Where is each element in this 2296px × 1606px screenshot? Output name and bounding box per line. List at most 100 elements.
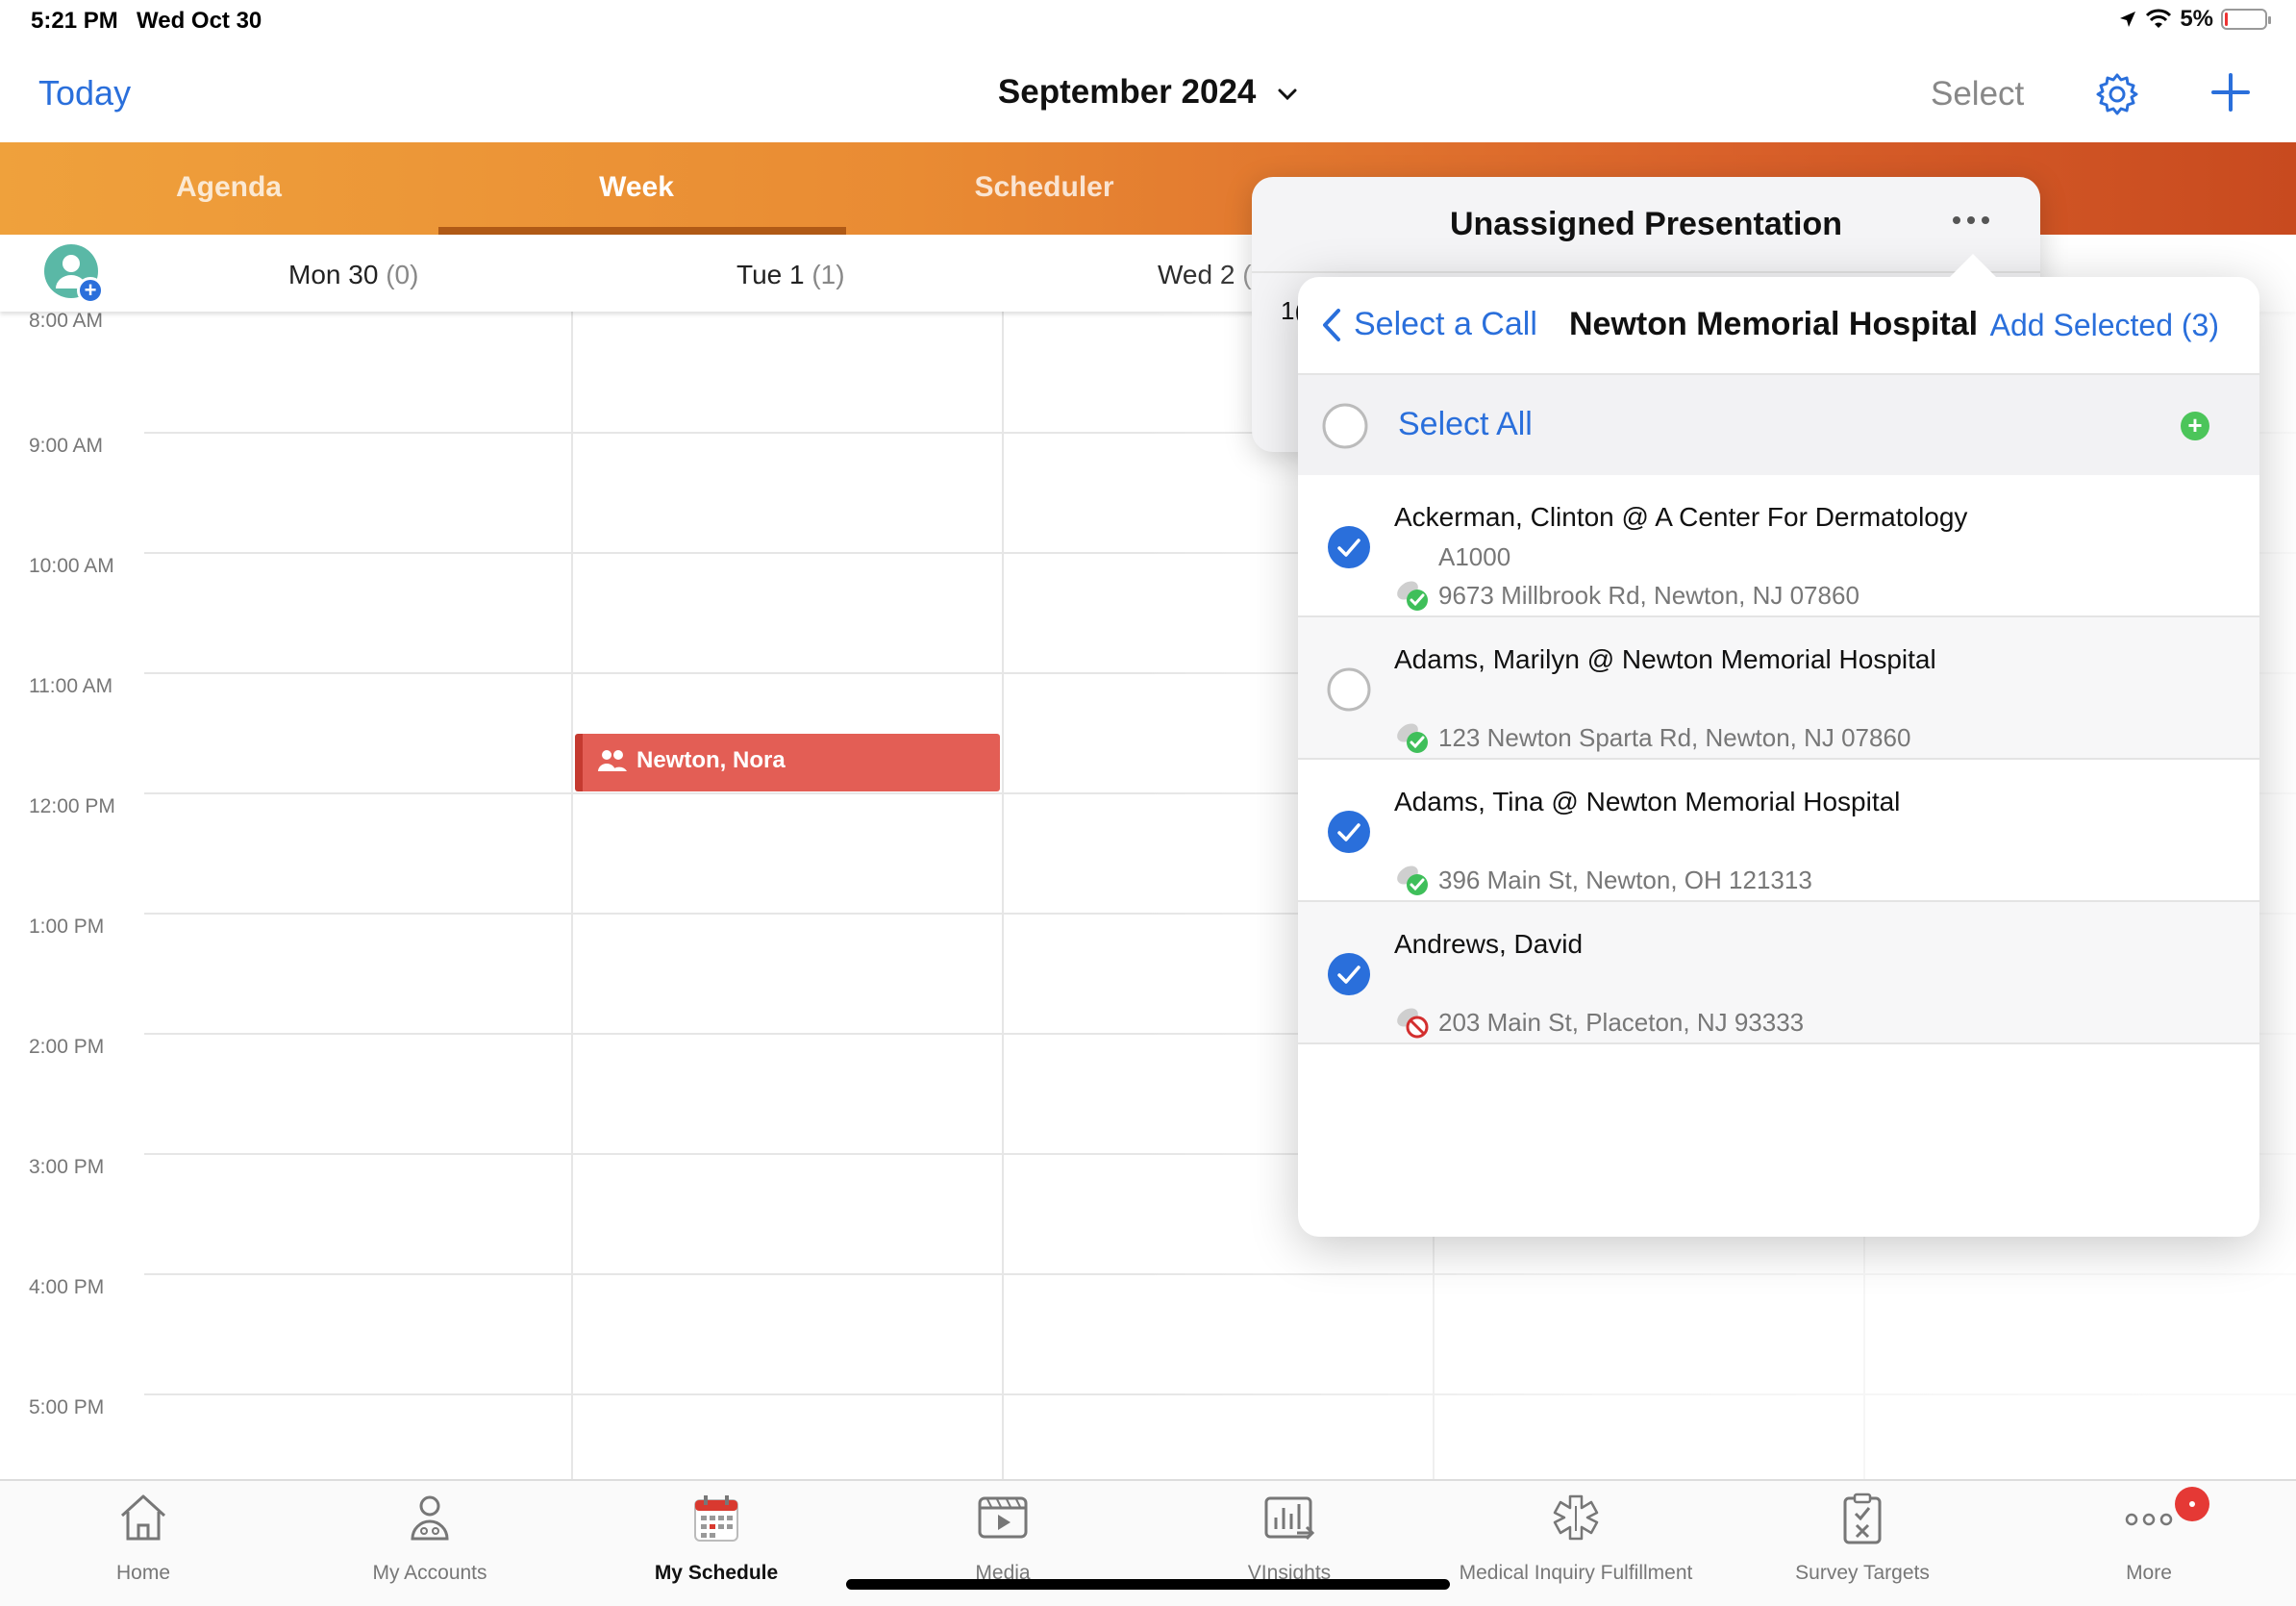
chevron-left-icon bbox=[1323, 308, 1340, 341]
calendar-event[interactable]: Newton, Nora bbox=[575, 734, 1000, 791]
sample-ok-icon bbox=[1397, 581, 1428, 611]
battery-percent: 5% bbox=[2180, 6, 2213, 32]
tab-underline bbox=[438, 227, 846, 235]
bottom-tab-label: Survey Targets bbox=[1795, 1562, 1930, 1584]
day-count: (0) bbox=[386, 260, 419, 289]
bottom-tab-more[interactable]: More bbox=[2006, 1481, 2292, 1606]
nav-bar: Today September 2024 Select bbox=[0, 48, 2296, 140]
back-label: Select a Call bbox=[1354, 306, 1537, 342]
column-divider bbox=[1002, 312, 1004, 1479]
notification-badge-icon bbox=[2175, 1487, 2209, 1521]
checkbox-checked-icon[interactable] bbox=[1327, 525, 1371, 569]
call-row[interactable]: Adams, Tina @ Newton Memorial Hospital 3… bbox=[1298, 760, 2259, 902]
time-label: 3:00 PM bbox=[29, 1156, 105, 1178]
checkbox-checked-icon[interactable] bbox=[1327, 952, 1371, 996]
tab-week[interactable]: Week bbox=[433, 171, 840, 204]
day-count: ( bbox=[1242, 260, 1252, 289]
account-name: Adams, Marilyn @ Newton Memorial Hospita… bbox=[1394, 644, 1936, 674]
plus-badge-icon: + bbox=[77, 277, 104, 304]
add-icon[interactable] bbox=[2208, 69, 2254, 115]
day-header-wed[interactable]: Wed 2 ( bbox=[1158, 260, 1252, 290]
chart-icon bbox=[1264, 1496, 1315, 1541]
select-all-row[interactable]: Select All + bbox=[1298, 375, 2259, 475]
bottom-tab-label: My Schedule bbox=[654, 1562, 779, 1584]
sample-blocked-icon bbox=[1397, 1008, 1429, 1039]
account-name: Andrews, David bbox=[1394, 929, 1584, 959]
home-indicator[interactable] bbox=[846, 1579, 1450, 1590]
day-label: Tue 1 bbox=[736, 260, 805, 289]
sample-ok-icon bbox=[1397, 723, 1428, 753]
status-indicators: 5% bbox=[2118, 6, 2271, 33]
bottom-tab-home[interactable]: Home bbox=[0, 1481, 287, 1606]
wifi-icon bbox=[2146, 9, 2172, 28]
select-button[interactable]: Select bbox=[1931, 75, 2024, 113]
status-time: 5:21 PM bbox=[31, 8, 118, 34]
radio-unchecked-icon[interactable] bbox=[1321, 402, 1369, 450]
more-icon bbox=[2125, 1513, 2173, 1526]
popover-title: Unassigned Presentation bbox=[1449, 206, 1843, 242]
time-label: 8:00 AM bbox=[29, 310, 104, 332]
gear-icon[interactable] bbox=[2094, 71, 2140, 117]
account-name: Ackerman, Clinton @ A Center For Dermato… bbox=[1394, 502, 1968, 532]
bottom-tab-label: Medical Inquiry Fulfillment bbox=[1459, 1562, 1693, 1584]
bottom-tab-my-accounts[interactable]: My Accounts bbox=[287, 1481, 573, 1606]
account-address: 123 Newton Sparta Rd, Newton, NJ 07860 bbox=[1438, 723, 1911, 752]
checkbox-checked-icon[interactable] bbox=[1327, 810, 1371, 854]
time-label: 12:00 PM bbox=[29, 795, 115, 817]
tab-scheduler[interactable]: Scheduler bbox=[840, 171, 1248, 204]
media-icon bbox=[978, 1496, 1028, 1539]
time-label: 9:00 AM bbox=[29, 435, 104, 457]
account-name: Adams, Tina @ Newton Memorial Hospital bbox=[1394, 787, 1901, 816]
back-button[interactable]: Select a Call bbox=[1321, 306, 1537, 343]
column-divider bbox=[571, 312, 573, 1479]
bottom-tab-label: Home bbox=[115, 1562, 171, 1584]
group-icon bbox=[598, 750, 627, 771]
sample-ok-icon bbox=[1397, 866, 1428, 895]
day-label: Wed 2 bbox=[1158, 260, 1235, 289]
tab-agenda[interactable]: Agenda bbox=[25, 171, 433, 204]
popover-divider bbox=[1252, 271, 2040, 273]
event-title: Newton, Nora bbox=[636, 747, 786, 773]
add-attendee-avatar[interactable]: + bbox=[44, 244, 104, 304]
medical-icon bbox=[1553, 1494, 1599, 1541]
call-row[interactable]: Andrews, David 203 Main St, Placeton, NJ… bbox=[1298, 902, 2259, 1044]
time-label: 2:00 PM bbox=[29, 1036, 105, 1058]
person-icon bbox=[411, 1495, 449, 1541]
more-options-icon[interactable] bbox=[1952, 215, 1990, 225]
bottom-tab-my-schedule[interactable]: My Schedule bbox=[573, 1481, 860, 1606]
day-header-mon[interactable]: Mon 30 (0) bbox=[288, 260, 418, 290]
select-all-label: Select All bbox=[1398, 406, 1533, 442]
chevron-down-icon bbox=[1278, 88, 1297, 100]
time-label: 5:00 PM bbox=[29, 1396, 105, 1418]
call-row[interactable]: Ackerman, Clinton @ A Center For Dermato… bbox=[1298, 475, 2259, 617]
battery-icon bbox=[2221, 9, 2271, 30]
hour-line bbox=[144, 1273, 2296, 1275]
call-row[interactable]: Adams, Marilyn @ Newton Memorial Hospita… bbox=[1298, 617, 2259, 760]
checkbox-unchecked-icon[interactable] bbox=[1327, 667, 1371, 712]
time-label: 1:00 PM bbox=[29, 916, 105, 938]
panel-header: Select a Call Newton Memorial Hospital A… bbox=[1298, 277, 2259, 375]
clipboard-icon bbox=[1843, 1493, 1882, 1544]
account-address: 203 Main St, Placeton, NJ 93333 bbox=[1438, 1008, 1805, 1037]
bottom-tab-label: My Accounts bbox=[372, 1562, 487, 1584]
bottom-tab-medical-inquiry[interactable]: Medical Inquiry Fulfillment bbox=[1433, 1481, 1719, 1606]
time-label: 11:00 AM bbox=[29, 675, 113, 697]
select-call-panel: Select a Call Newton Memorial Hospital A… bbox=[1298, 277, 2259, 1237]
account-address: 9673 Millbrook Rd, Newton, NJ 07860 bbox=[1438, 581, 1859, 610]
month-title: September 2024 bbox=[997, 73, 1257, 111]
hour-line bbox=[144, 1393, 2296, 1395]
status-bar: 5:21 PM Wed Oct 30 5% bbox=[0, 0, 2296, 44]
day-count: (1) bbox=[811, 260, 845, 289]
status-date: Wed Oct 30 bbox=[137, 8, 262, 34]
home-icon bbox=[120, 1494, 166, 1541]
account-id: A1000 bbox=[1438, 542, 1511, 571]
panel-title: Newton Memorial Hospital bbox=[1569, 306, 1979, 342]
day-header-tue[interactable]: Tue 1 (1) bbox=[736, 260, 845, 290]
account-address: 396 Main St, Newton, OH 121313 bbox=[1438, 866, 1812, 894]
popover-arrow bbox=[1950, 254, 1996, 277]
time-label: 10:00 AM bbox=[29, 555, 114, 577]
add-selected-button[interactable]: Add Selected (3) bbox=[1990, 308, 2219, 343]
add-green-icon[interactable]: + bbox=[2181, 412, 2209, 440]
calendar-icon bbox=[694, 1495, 738, 1542]
bottom-tab-survey-targets[interactable]: Survey Targets bbox=[1719, 1481, 2006, 1606]
